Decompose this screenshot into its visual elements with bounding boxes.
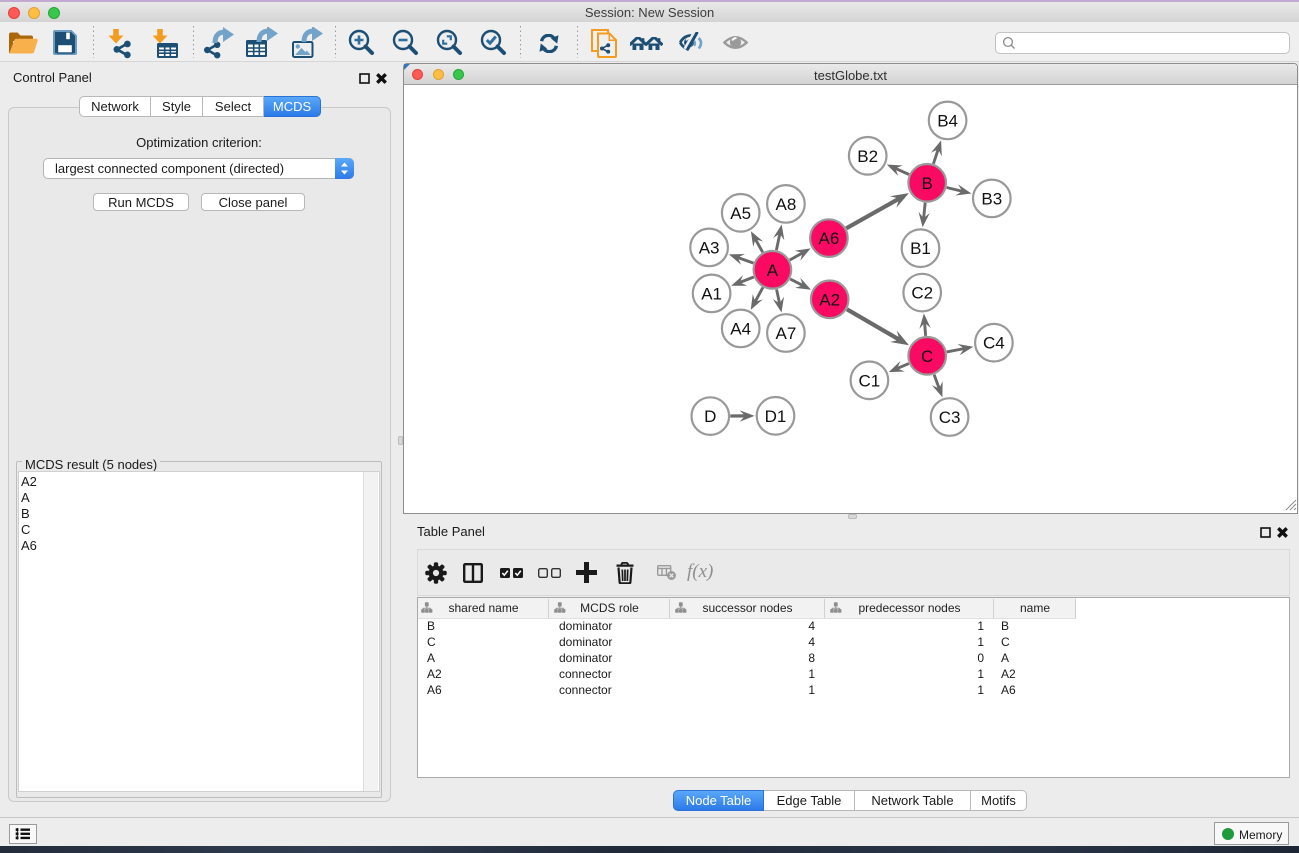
svg-text:C: C (921, 347, 933, 366)
svg-text:D: D (704, 407, 716, 426)
svg-text:A7: A7 (776, 324, 797, 343)
svg-text:C2: C2 (911, 284, 933, 303)
svg-text:A2: A2 (819, 290, 840, 309)
svg-text:B1: B1 (910, 239, 931, 258)
svg-text:C1: C1 (859, 371, 881, 390)
svg-text:C4: C4 (983, 334, 1005, 353)
svg-text:A4: A4 (730, 319, 751, 338)
svg-text:B: B (922, 174, 933, 193)
svg-text:B4: B4 (937, 111, 958, 130)
svg-text:B3: B3 (981, 189, 1002, 208)
svg-text:A8: A8 (776, 195, 797, 214)
svg-text:A: A (767, 261, 779, 280)
svg-text:C3: C3 (939, 408, 961, 427)
svg-text:A1: A1 (701, 284, 722, 303)
svg-text:A5: A5 (730, 204, 751, 223)
svg-text:A3: A3 (699, 238, 720, 257)
svg-text:B2: B2 (857, 147, 878, 166)
svg-text:A6: A6 (819, 229, 840, 248)
svg-text:D1: D1 (765, 407, 787, 426)
